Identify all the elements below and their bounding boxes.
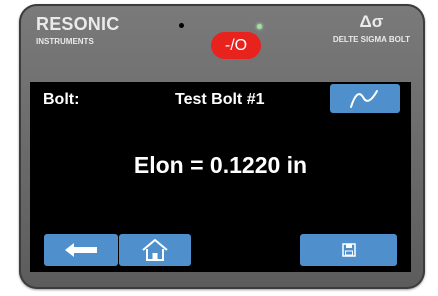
- bolt-name: Test Bolt #1: [175, 91, 265, 108]
- bolt-label: Bolt:: [43, 91, 80, 108]
- home-icon: [142, 239, 168, 261]
- brand-subtitle: INSTRUMENTS: [36, 37, 94, 46]
- brand-logo: RESONIC INSTRUMENTS: [36, 15, 119, 46]
- waveform-button[interactable]: [330, 84, 400, 113]
- brand-name: RESONIC: [36, 14, 120, 34]
- home-button[interactable]: [119, 234, 191, 266]
- arrow-left-icon: [65, 243, 97, 257]
- floppy-disk-icon: [341, 243, 356, 257]
- display-screen: Bolt: Test Bolt #1 Elon = 0.1220 in: [30, 82, 411, 272]
- elongation-readout: Elon = 0.1220 in: [133, 152, 308, 178]
- power-button[interactable]: -/O: [211, 32, 261, 59]
- save-button[interactable]: [300, 234, 397, 266]
- product-logo: Δσ DELTE SIGMA BOLT: [332, 12, 410, 45]
- back-button[interactable]: [44, 234, 118, 266]
- product-symbol: Δσ: [359, 12, 384, 31]
- indicator-led-green: [257, 24, 262, 29]
- waveform-icon: [350, 89, 378, 108]
- indicator-led-off: [179, 23, 184, 28]
- product-name: DELTE SIGMA BOLT: [332, 35, 410, 44]
